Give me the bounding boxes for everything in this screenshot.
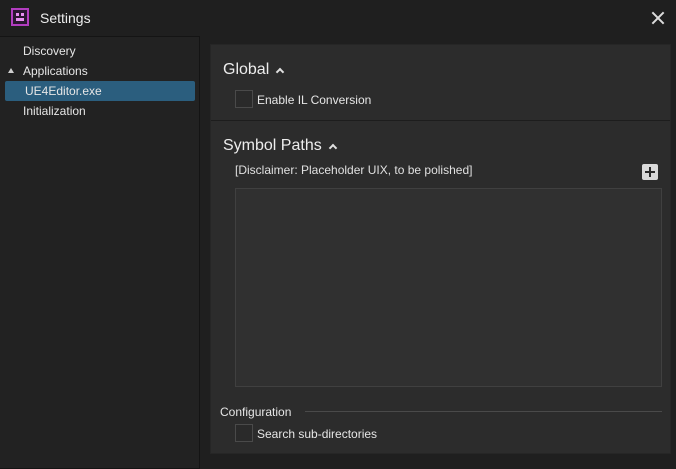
expand-arrow-icon[interactable]: [8, 68, 14, 73]
symbol-paths-list[interactable]: [235, 188, 662, 387]
app-logo-eye-left: [16, 13, 19, 16]
settings-window: Settings Discovery Applications UE4Edito…: [0, 0, 676, 469]
search-subdirectories-checkbox[interactable]: [235, 424, 253, 442]
tree-item-applications[interactable]: Applications: [5, 61, 195, 81]
tree-item-label: Discovery: [23, 44, 76, 58]
plus-icon[interactable]: [642, 164, 658, 180]
tree-item-label: Initialization: [23, 104, 86, 118]
close-icon[interactable]: [648, 8, 668, 28]
search-subdirectories-label: Search sub-directories: [257, 427, 378, 441]
app-logo-eye-right: [21, 13, 24, 16]
settings-panel: Global Enable IL Conversion Symbol Paths…: [210, 44, 671, 454]
symbol-paths-section-title: Symbol Paths: [223, 137, 322, 154]
app-logo-mouth: [16, 18, 24, 21]
section-divider: [211, 120, 670, 121]
symbol-paths-section-header[interactable]: Symbol Paths: [223, 137, 337, 155]
chevron-up-icon[interactable]: [276, 67, 285, 77]
settings-tree: Discovery Applications UE4Editor.exe Ini…: [0, 36, 200, 469]
tree-item-label: Applications: [23, 64, 88, 78]
global-section-header[interactable]: Global: [223, 61, 285, 79]
tree-item-label: UE4Editor.exe: [25, 84, 102, 98]
tree-item-discovery[interactable]: Discovery: [5, 41, 195, 61]
window-title: Settings: [40, 10, 91, 26]
app-logo-icon: [11, 8, 29, 26]
enable-il-conversion-checkbox[interactable]: [235, 90, 253, 108]
global-section-title: Global: [223, 61, 270, 78]
configuration-group-label: Configuration: [220, 405, 292, 419]
tree-item-ue4editor[interactable]: UE4Editor.exe: [5, 81, 195, 101]
disclaimer-text: [Disclaimer: Placeholder UIX, to be poli…: [235, 163, 473, 177]
chevron-up-icon[interactable]: [328, 143, 337, 153]
enable-il-conversion-label: Enable IL Conversion: [257, 93, 372, 107]
tree-item-initialization[interactable]: Initialization: [5, 101, 195, 121]
configuration-group-line: [305, 411, 662, 412]
title-bar: Settings: [0, 0, 676, 36]
